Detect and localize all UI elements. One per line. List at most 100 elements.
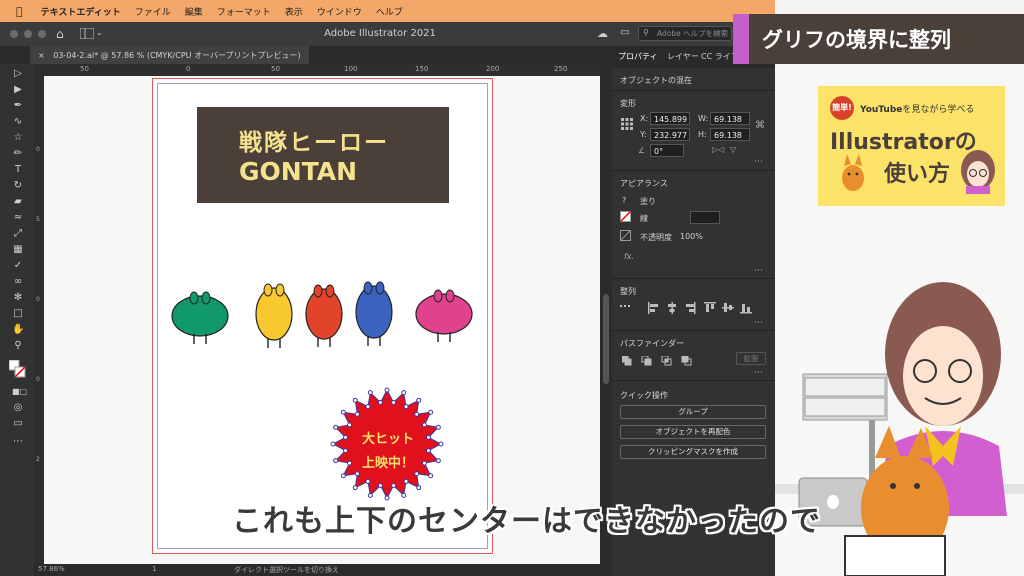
window-zoom-button[interactable] <box>38 30 46 38</box>
vertical-scrollbar[interactable] <box>600 64 612 564</box>
expand-button[interactable]: 拡張 <box>736 352 766 365</box>
anchor-point[interactable] <box>343 448 349 454</box>
anchor-point[interactable] <box>391 400 397 406</box>
flip-vertical-icon[interactable]: ▽ <box>730 145 736 154</box>
anchor-point[interactable] <box>343 434 349 440</box>
width-tool-icon[interactable]: ≈ <box>12 212 24 224</box>
anchor-point[interactable] <box>347 422 353 428</box>
flip-horizontal-icon[interactable]: ▷◁ <box>712 145 724 154</box>
anchor-point[interactable] <box>333 424 339 430</box>
menu-view[interactable]: 表示 <box>285 5 303 18</box>
draw-mode-icon[interactable]: ◎ <box>12 402 24 414</box>
recolor-button[interactable]: オブジェクトを再配色 <box>620 425 766 439</box>
menu-window[interactable]: ウインドウ <box>317 5 362 18</box>
anchor-point[interactable] <box>340 473 346 479</box>
symbol-sprayer-icon[interactable]: ✻ <box>12 292 24 304</box>
menu-edit[interactable]: 編集 <box>185 5 203 18</box>
tab-properties[interactable]: プロパティ <box>618 46 658 68</box>
anchor-point[interactable] <box>354 471 360 477</box>
title-banner[interactable]: 戦隊ヒーロー GONTAN <box>197 107 449 203</box>
h-field[interactable]: 69.138 <box>710 128 750 141</box>
anchor-point[interactable] <box>367 390 373 396</box>
anchor-point[interactable] <box>416 485 422 491</box>
selection-tool-icon[interactable]: ▷ <box>12 68 24 80</box>
anchor-point[interactable] <box>384 387 390 393</box>
anchor-point[interactable] <box>352 397 358 403</box>
paintbrush-tool-icon[interactable]: ✏ <box>12 148 24 160</box>
fx-icon[interactable]: fx. <box>624 252 634 261</box>
anchor-point[interactable] <box>365 478 371 484</box>
anchor-point[interactable] <box>377 482 383 488</box>
gradient-tool-icon[interactable]: ▦ <box>12 244 24 256</box>
anchor-point[interactable] <box>365 404 371 410</box>
home-icon[interactable]: ⌂ <box>56 27 64 41</box>
anchor-point[interactable] <box>428 409 434 415</box>
screen-mode-icon[interactable]: ▭ <box>12 418 24 430</box>
align-buttons-row[interactable] <box>620 302 766 316</box>
menu-help[interactable]: ヘルプ <box>376 5 403 18</box>
w-field[interactable]: 69.138 <box>710 112 750 125</box>
more-tools-icon[interactable]: ⋯ <box>12 436 24 448</box>
more-options-icon[interactable]: ⋯ <box>754 318 763 328</box>
zoom-tool-icon[interactable]: ⚲ <box>12 340 24 352</box>
scale-tool-icon[interactable]: ⤢ <box>12 228 24 240</box>
document-tab[interactable]: × 03-04-2.ai* @ 57.86 % (CMYK/CPU オーバープリ… <box>30 46 309 64</box>
anchor-point[interactable] <box>333 458 339 464</box>
anchor-point[interactable] <box>401 390 407 396</box>
anchor-point[interactable] <box>403 404 409 410</box>
anchor-point[interactable] <box>416 397 422 403</box>
pathfinder-buttons-row[interactable] <box>622 356 702 368</box>
type-tool-icon[interactable]: T <box>12 164 24 176</box>
artboard-tool-icon[interactable]: □ <box>12 308 24 320</box>
window-minimize-button[interactable] <box>24 30 32 38</box>
anchor-point[interactable] <box>414 471 420 477</box>
rotate-tool-icon[interactable]: ↻ <box>12 180 24 192</box>
anchor-point[interactable] <box>421 422 427 428</box>
stroke-swatch-icon[interactable] <box>620 211 631 222</box>
star-tool-icon[interactable]: ☆ <box>12 132 24 144</box>
close-icon[interactable]: × <box>38 51 45 60</box>
tab-layers[interactable]: レイヤー <box>667 46 699 68</box>
anchor-point[interactable] <box>330 441 336 447</box>
hand-tool-icon[interactable]: ✋ <box>12 324 24 336</box>
anchor-point[interactable] <box>435 424 441 430</box>
curvature-tool-icon[interactable]: ∿ <box>12 116 24 128</box>
chevron-down-icon[interactable]: ⌄ <box>96 28 103 37</box>
pen-tool-icon[interactable]: ✒ <box>12 100 24 112</box>
anchor-point[interactable] <box>414 411 420 417</box>
x-field[interactable]: 145.899 <box>650 112 690 125</box>
constrain-proportions-icon[interactable]: ⌘ <box>755 120 765 131</box>
menu-app-name[interactable]: テキストエディット <box>41 5 121 18</box>
stroke-weight-field[interactable] <box>690 211 720 224</box>
anchor-point[interactable] <box>438 441 444 447</box>
window-close-button[interactable] <box>10 30 18 38</box>
zoom-level[interactable]: 57.86% <box>38 565 65 573</box>
anchor-point[interactable] <box>377 400 383 406</box>
more-options-icon[interactable]: ⋯ <box>754 368 763 378</box>
menu-file[interactable]: ファイル <box>135 5 171 18</box>
menu-format[interactable]: フォーマット <box>217 5 271 18</box>
more-options-icon[interactable]: ⋯ <box>754 157 763 167</box>
eraser-tool-icon[interactable]: ▰ <box>12 196 24 208</box>
panel-toggle-icon[interactable]: ▭ <box>620 27 629 38</box>
angle-field[interactable]: 0° <box>650 144 684 157</box>
y-field[interactable]: 232.977 <box>650 128 690 141</box>
opacity-value[interactable]: 100% <box>680 232 703 241</box>
anchor-point[interactable] <box>391 482 397 488</box>
fill-stroke-swatch-icon[interactable] <box>9 360 27 380</box>
color-mode-icons[interactable]: ■□ <box>12 386 27 398</box>
apple-icon[interactable]:  <box>16 5 23 18</box>
fill-unknown-icon[interactable]: ? <box>622 196 626 205</box>
creature-group[interactable] <box>168 278 480 354</box>
anchor-point[interactable] <box>435 458 441 464</box>
help-search-input[interactable]: Adobe ヘルプを検索 <box>638 26 732 41</box>
scrollbar-thumb[interactable] <box>603 294 609 384</box>
workspace-icon[interactable] <box>80 28 94 39</box>
eyedropper-tool-icon[interactable]: ✓ <box>12 260 24 272</box>
blend-tool-icon[interactable]: ∞ <box>12 276 24 288</box>
artboard-number[interactable]: 1 <box>152 565 156 573</box>
direct-selection-tool-icon[interactable]: ▶ <box>12 84 24 96</box>
anchor-point[interactable] <box>340 409 346 415</box>
anchor-point[interactable] <box>428 473 434 479</box>
reference-point-icon[interactable] <box>621 118 633 130</box>
